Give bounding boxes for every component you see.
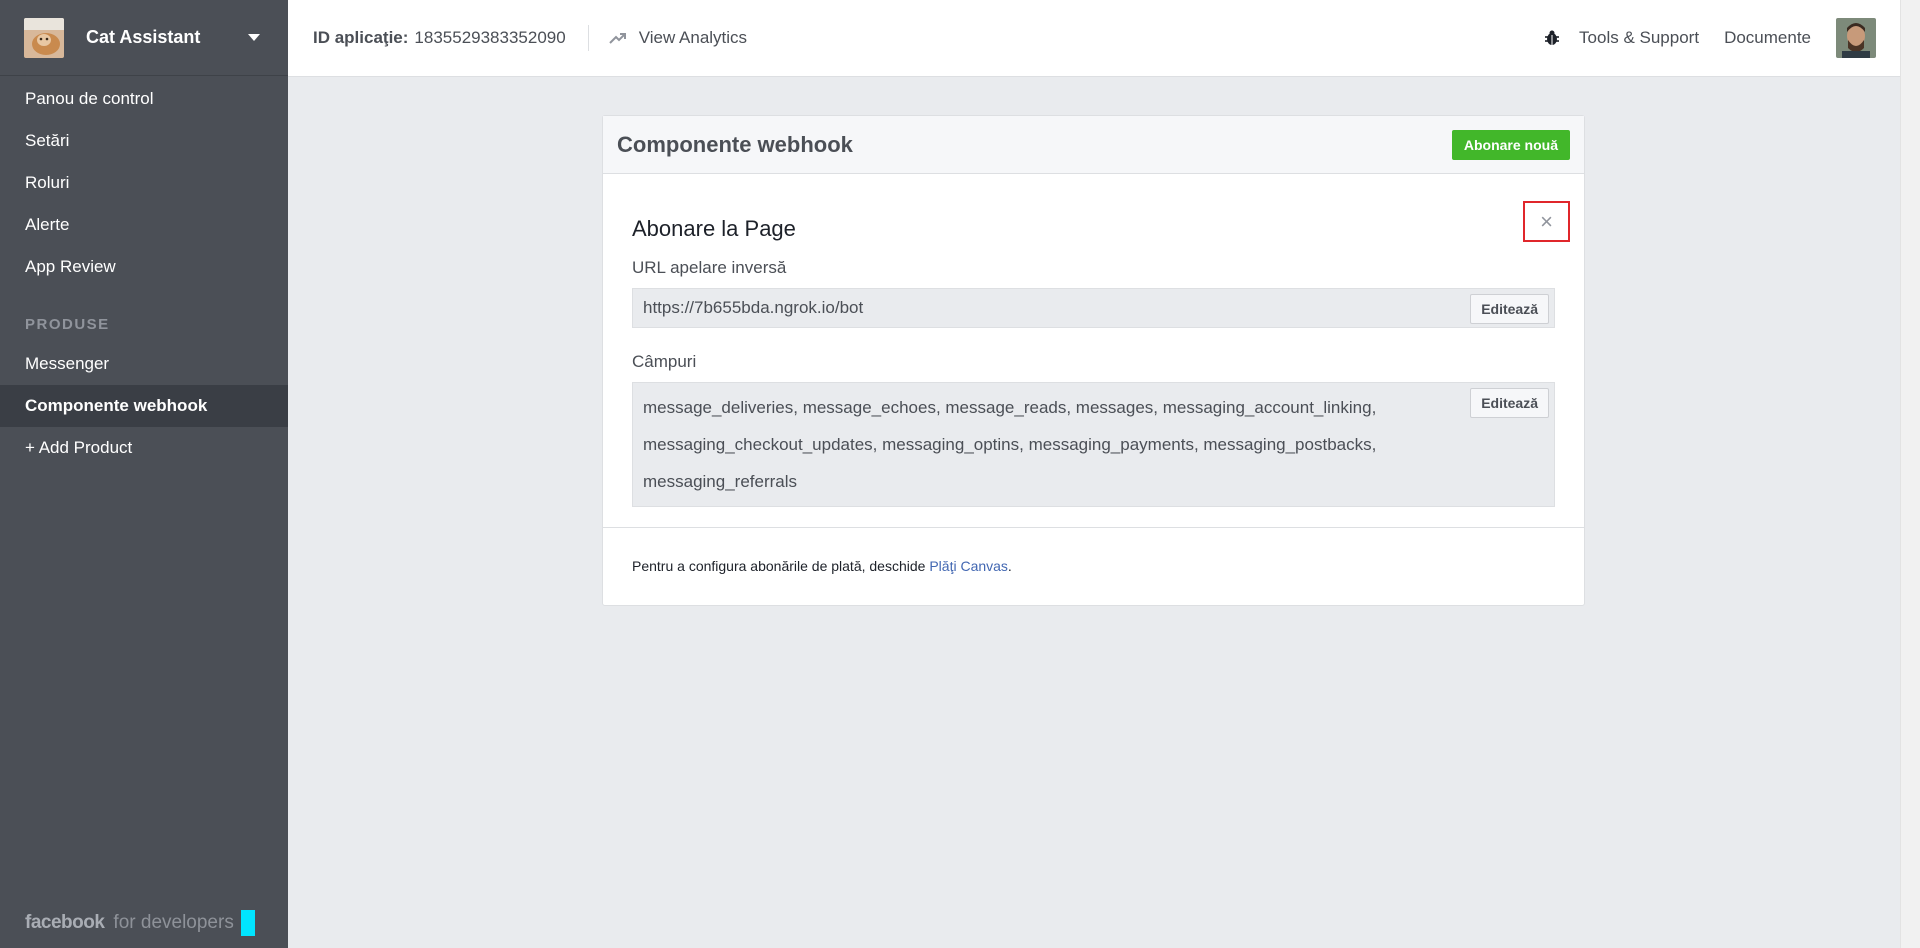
edit-url-button[interactable]: Editează	[1470, 294, 1549, 324]
footer-end: .	[1007, 558, 1012, 574]
sidebar: Cat Assistant Panou de control Setări Ro…	[0, 0, 288, 948]
brand-suffix: for developers	[113, 912, 234, 933]
canvas-payments-link[interactable]: Plăţi Canvas	[929, 558, 1008, 574]
sidebar-item-dashboard[interactable]: Panou de control	[0, 78, 288, 120]
view-analytics-label: View Analytics	[638, 28, 748, 47]
sidebar-item-app-review[interactable]: App Review	[0, 246, 288, 288]
avatar[interactable]	[1836, 18, 1876, 58]
scrollbar[interactable]	[1900, 0, 1920, 948]
brand-word: facebook	[25, 912, 105, 933]
divider	[587, 25, 589, 51]
edit-fields-button[interactable]: Editează	[1470, 388, 1549, 418]
app-switcher[interactable]: Cat Assistant	[0, 0, 288, 76]
documents-link[interactable]: Documente	[1724, 28, 1811, 48]
card-header: Componente webhook Abonare nouă	[603, 116, 1584, 174]
subscription-title: Abonare la Page	[632, 216, 796, 241]
subscription-panel: Abonare la Page × URL apelare inversă ht…	[603, 174, 1584, 507]
close-icon[interactable]: ×	[1523, 201, 1570, 242]
fields-line: messaging_referrals	[643, 472, 798, 491]
callback-url-value: https://7b655bda.ngrok.io/bot	[643, 298, 864, 317]
page-title: Componente webhook	[617, 131, 853, 157]
card-footer: Pentru a configura abonările de plată, d…	[603, 527, 1584, 605]
callback-url-label: URL apelare inversă	[632, 258, 787, 277]
callback-url-field: https://7b655bda.ngrok.io/bot Editează	[632, 288, 1555, 328]
chevron-down-icon[interactable]	[248, 34, 260, 41]
sidebar-item-add-product[interactable]: + Add Product	[0, 427, 288, 469]
fields-line: messaging_checkout_updates, messaging_op…	[643, 435, 1377, 454]
app-name: Cat Assistant	[86, 27, 201, 47]
app-id-value: 1835529383352090	[414, 28, 566, 47]
facebook-developers-logo[interactable]: facebook for developers	[25, 910, 255, 936]
sidebar-item-roles[interactable]: Roluri	[0, 162, 288, 204]
tools-support-link[interactable]: Tools & Support	[1579, 28, 1699, 48]
fields-label: Câmpuri	[632, 352, 697, 371]
sidebar-item-messenger[interactable]: Messenger	[0, 343, 288, 385]
view-analytics-link[interactable]: View Analytics	[608, 28, 748, 48]
new-subscription-button[interactable]: Abonare nouă	[1451, 129, 1570, 160]
brand-block-icon	[240, 910, 255, 936]
sidebar-section-products: PRODUSE	[25, 316, 110, 333]
trend-icon	[608, 33, 626, 44]
footer-text: Pentru a configura abonările de plată, d…	[632, 558, 930, 574]
sidebar-item-webhooks[interactable]: Componente webhook	[0, 385, 288, 427]
top-bar: ID aplicaţie: 1835529383352090 View Anal…	[288, 0, 1900, 77]
sidebar-nav: Panou de control Setări Roluri Alerte Ap…	[0, 76, 288, 469]
fields-line: message_deliveries, message_echoes, mess…	[643, 398, 1377, 417]
bug-icon[interactable]	[1543, 29, 1561, 47]
fields-field: message_deliveries, message_echoes, mess…	[632, 382, 1555, 507]
sidebar-item-settings[interactable]: Setări	[0, 120, 288, 162]
sidebar-item-alerts[interactable]: Alerte	[0, 204, 288, 246]
app-thumbnail	[24, 17, 64, 58]
app-id-label: ID aplicaţie:	[313, 28, 409, 47]
top-right-group: Tools & Support Documente	[1543, 18, 1900, 58]
webhooks-card: Componente webhook Abonare nouă Abonare …	[602, 115, 1585, 606]
